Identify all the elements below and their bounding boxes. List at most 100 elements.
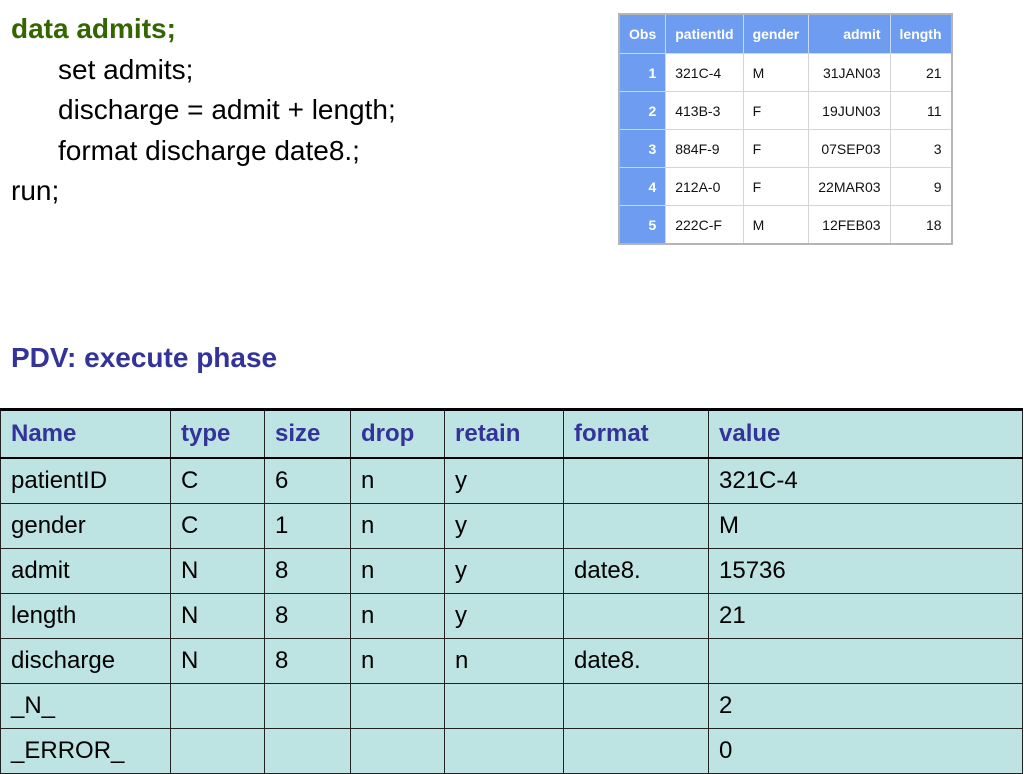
obs-cell: 5 xyxy=(618,205,667,245)
header-type: type xyxy=(170,408,265,459)
gender-cell: M xyxy=(742,53,810,92)
length-cell: 18 xyxy=(889,205,953,245)
admits-dataset-table: Obs patientId gender admit length 1 321C… xyxy=(618,13,953,245)
header-patientid: patientId xyxy=(665,13,744,54)
value-cell: 2 xyxy=(708,683,1023,729)
header-name: Name xyxy=(0,408,171,459)
name-cell: _ERROR_ xyxy=(0,728,171,774)
length-cell: 11 xyxy=(889,91,953,130)
name-cell: discharge xyxy=(0,638,171,684)
name-cell: length xyxy=(0,593,171,639)
format-cell xyxy=(563,728,709,774)
pdv-header-row: Name type size drop retain format value xyxy=(0,408,1023,459)
gender-cell: F xyxy=(742,129,810,168)
drop-cell: n xyxy=(350,638,445,684)
value-cell: 15736 xyxy=(708,548,1023,594)
size-cell: 8 xyxy=(264,548,351,594)
drop-cell xyxy=(350,683,445,729)
retain-cell: y xyxy=(444,503,564,549)
size-cell: 8 xyxy=(264,593,351,639)
format-cell: date8. xyxy=(563,548,709,594)
size-cell: 1 xyxy=(264,503,351,549)
drop-cell: n xyxy=(350,503,445,549)
table-row: 4 212A-0 F 22MAR03 9 xyxy=(618,167,953,206)
sas-code-block: data admits; set admits; discharge = adm… xyxy=(11,9,396,212)
table-row: 1 321C-4 M 31JAN03 21 xyxy=(618,53,953,92)
patientid-cell: 212A-0 xyxy=(665,167,744,206)
table-row: gender C 1 n y M xyxy=(0,503,1023,549)
type-cell: C xyxy=(170,503,265,549)
size-cell xyxy=(264,683,351,729)
size-cell: 8 xyxy=(264,638,351,684)
obs-cell: 1 xyxy=(618,53,667,92)
value-cell: 21 xyxy=(708,593,1023,639)
pdv-title: PDV: execute phase xyxy=(11,342,278,373)
header-retain: retain xyxy=(444,408,564,459)
table-row: 3 884F-9 F 07SEP03 3 xyxy=(618,129,953,168)
header-format: format xyxy=(563,408,709,459)
obs-cell: 2 xyxy=(618,91,667,130)
drop-cell: n xyxy=(350,548,445,594)
table-row: _N_ 2 xyxy=(0,683,1023,729)
drop-cell xyxy=(350,728,445,774)
retain-cell: y xyxy=(444,593,564,639)
code-line-format-statement: format discharge date8.; xyxy=(58,134,360,166)
retain-cell: y xyxy=(444,457,564,504)
header-gender: gender xyxy=(742,13,810,54)
type-cell xyxy=(170,728,265,774)
value-cell: 0 xyxy=(708,728,1023,774)
header-size: size xyxy=(264,408,351,459)
patientid-cell: 413B-3 xyxy=(665,91,744,130)
patientid-cell: 321C-4 xyxy=(665,53,744,92)
code-line-run-statement: run; xyxy=(11,175,60,206)
admits-header-row: Obs patientId gender admit length xyxy=(618,13,953,54)
admit-cell: 12FEB03 xyxy=(808,205,891,245)
table-row: length N 8 n y 21 xyxy=(0,593,1023,639)
table-row: 2 413B-3 F 19JUN03 11 xyxy=(618,91,953,130)
value-cell: 321C-4 xyxy=(708,457,1023,504)
obs-cell: 3 xyxy=(618,129,667,168)
gender-cell: F xyxy=(742,91,810,130)
value-cell: M xyxy=(708,503,1023,549)
pdv-table: Name type size drop retain format value … xyxy=(0,408,1023,774)
code-line-data-statement: data admits; xyxy=(11,13,176,44)
name-cell: admit xyxy=(0,548,171,594)
admit-cell: 19JUN03 xyxy=(808,91,891,130)
header-obs: Obs xyxy=(618,13,667,54)
admit-cell: 07SEP03 xyxy=(808,129,891,168)
drop-cell: n xyxy=(350,457,445,504)
admit-cell: 31JAN03 xyxy=(808,53,891,92)
length-cell: 21 xyxy=(889,53,953,92)
type-cell: N xyxy=(170,593,265,639)
table-row: admit N 8 n y date8. 15736 xyxy=(0,548,1023,594)
admit-cell: 22MAR03 xyxy=(808,167,891,206)
format-cell xyxy=(563,503,709,549)
table-row: discharge N 8 n n date8. xyxy=(0,638,1023,684)
type-cell: N xyxy=(170,638,265,684)
format-cell xyxy=(563,593,709,639)
gender-cell: F xyxy=(742,167,810,206)
header-admit: admit xyxy=(808,13,891,54)
format-cell xyxy=(563,683,709,729)
name-cell: patientID xyxy=(0,457,171,504)
format-cell xyxy=(563,457,709,504)
drop-cell: n xyxy=(350,593,445,639)
patientid-cell: 222C-F xyxy=(665,205,744,245)
length-cell: 9 xyxy=(889,167,953,206)
type-cell xyxy=(170,683,265,729)
length-cell: 3 xyxy=(889,129,953,168)
header-length: length xyxy=(889,13,953,54)
type-cell: N xyxy=(170,548,265,594)
retain-cell: y xyxy=(444,548,564,594)
patientid-cell: 884F-9 xyxy=(665,129,744,168)
code-line-discharge-assignment: discharge = admit + length; xyxy=(58,94,396,125)
name-cell: _N_ xyxy=(0,683,171,729)
name-cell: gender xyxy=(0,503,171,549)
header-drop: drop xyxy=(350,408,445,459)
size-cell: 6 xyxy=(264,457,351,504)
retain-cell: n xyxy=(444,638,564,684)
retain-cell xyxy=(444,683,564,729)
table-row: 5 222C-F M 12FEB03 18 xyxy=(618,205,953,245)
table-row: _ERROR_ 0 xyxy=(0,728,1023,774)
table-row: patientID C 6 n y 321C-4 xyxy=(0,457,1023,504)
